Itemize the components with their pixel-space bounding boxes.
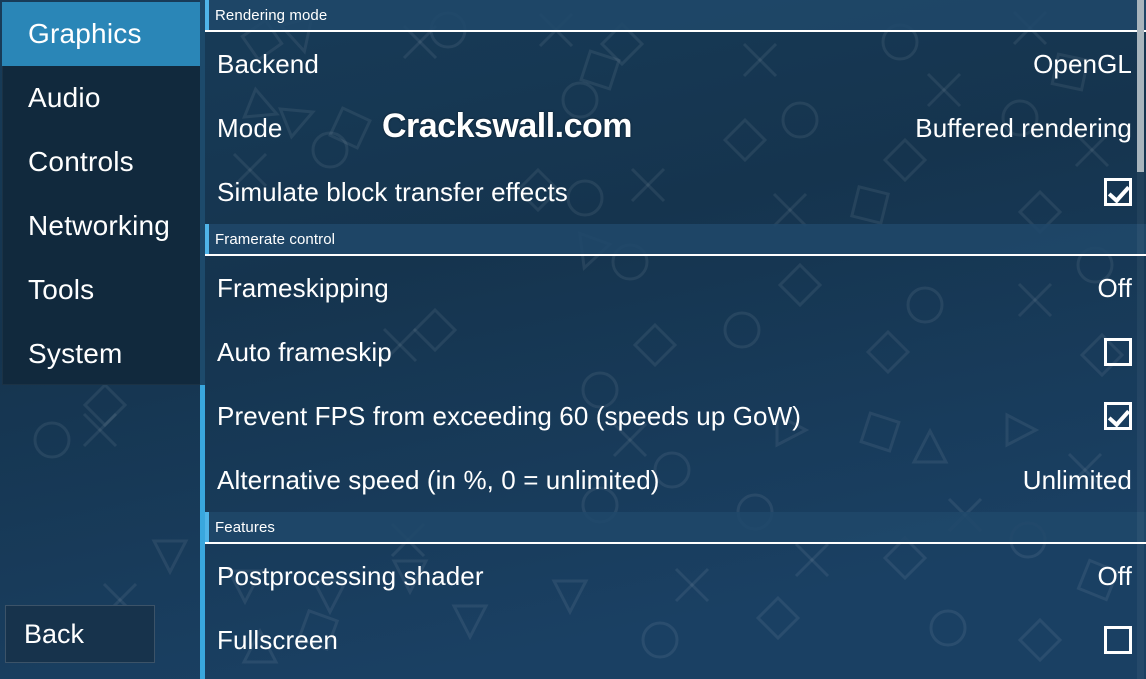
sidebar-item-system[interactable]: System [2,322,202,386]
section-header: Features [205,512,1146,544]
section-header: Rendering mode [205,0,1146,32]
checkbox-unchecked[interactable] [1104,626,1132,654]
sidebar-item-label: Graphics [28,18,142,49]
sidebar-item-graphics[interactable]: Graphics [2,2,202,66]
ppsspp-settings-screen: Rendering mode Backend OpenGL Mode Buffered … [0,0,1146,679]
setting-label: Frameskipping [217,272,389,303]
setting-value: Buffered rendering [915,112,1132,143]
setting-row[interactable]: Backend OpenGL [205,32,1146,96]
section-header-label: Features [215,518,275,536]
section-header-label: Framerate control [215,230,336,248]
setting-row[interactable]: Prevent FPS from exceeding 60 (speeds up… [205,384,1146,448]
sidebar-item-label: System [28,338,123,369]
setting-value: OpenGL [1033,48,1132,79]
setting-label: Mode [217,112,283,143]
setting-label: Auto frameskip [217,336,392,367]
checkbox-unchecked[interactable] [1104,338,1132,366]
settings-content-pane: Rendering mode Backend OpenGL Mode Buffered … [205,0,1146,679]
setting-row[interactable]: Postprocessing shader Off [205,544,1146,608]
setting-value: Off [1097,560,1132,591]
sidebar-nav-panel: Graphics Audio Controls Networking Tools Syst… [2,2,202,385]
checkbox-checked[interactable] [1104,402,1132,430]
setting-label: Postprocessing shader [217,560,484,591]
setting-row[interactable]: Alternative speed (in %, 0 = unlimited) U… [205,448,1146,512]
setting-value: Off [1097,272,1132,303]
setting-value: Unlimited [1022,464,1132,495]
setting-label: Prevent FPS from exceeding 60 (speeds up… [217,400,801,431]
sidebar-item-label: Audio [28,82,101,113]
scrollbar-thumb[interactable] [1137,0,1144,172]
sidebar-item-controls[interactable]: Controls [2,130,202,194]
checkbox-checked[interactable] [1104,178,1132,206]
sidebar-item-networking[interactable]: Networking [2,194,202,258]
sidebar-accent-edge-upper [200,0,205,385]
setting-label: Backend [217,48,319,79]
sidebar-item-label: Tools [28,274,95,305]
setting-label: Alternative speed (in %, 0 = unlimited) [217,464,660,495]
setting-row[interactable]: Auto frameskip [205,320,1146,384]
section-header: Framerate control [205,224,1146,256]
sidebar-item-label: Networking [28,210,171,241]
setting-label: Simulate block transfer effects [217,176,568,207]
setting-row[interactable]: Mode Buffered rendering [205,96,1146,160]
sidebar-item-label: Controls [28,146,134,177]
setting-row[interactable]: Simulate block transfer effects [205,160,1146,224]
sidebar-item-tools[interactable]: Tools [2,258,202,322]
back-button-label: Back [24,618,85,649]
sidebar-item-audio[interactable]: Audio [2,66,202,130]
sidebar: Graphics Audio Controls Networking Tools Syst… [0,0,204,679]
setting-label: Fullscreen [217,624,338,655]
setting-row[interactable]: Fullscreen [205,608,1146,672]
section-header-label: Rendering mode [215,6,328,24]
setting-row[interactable]: Frameskipping Off [205,256,1146,320]
back-button[interactable]: Back [5,605,155,663]
